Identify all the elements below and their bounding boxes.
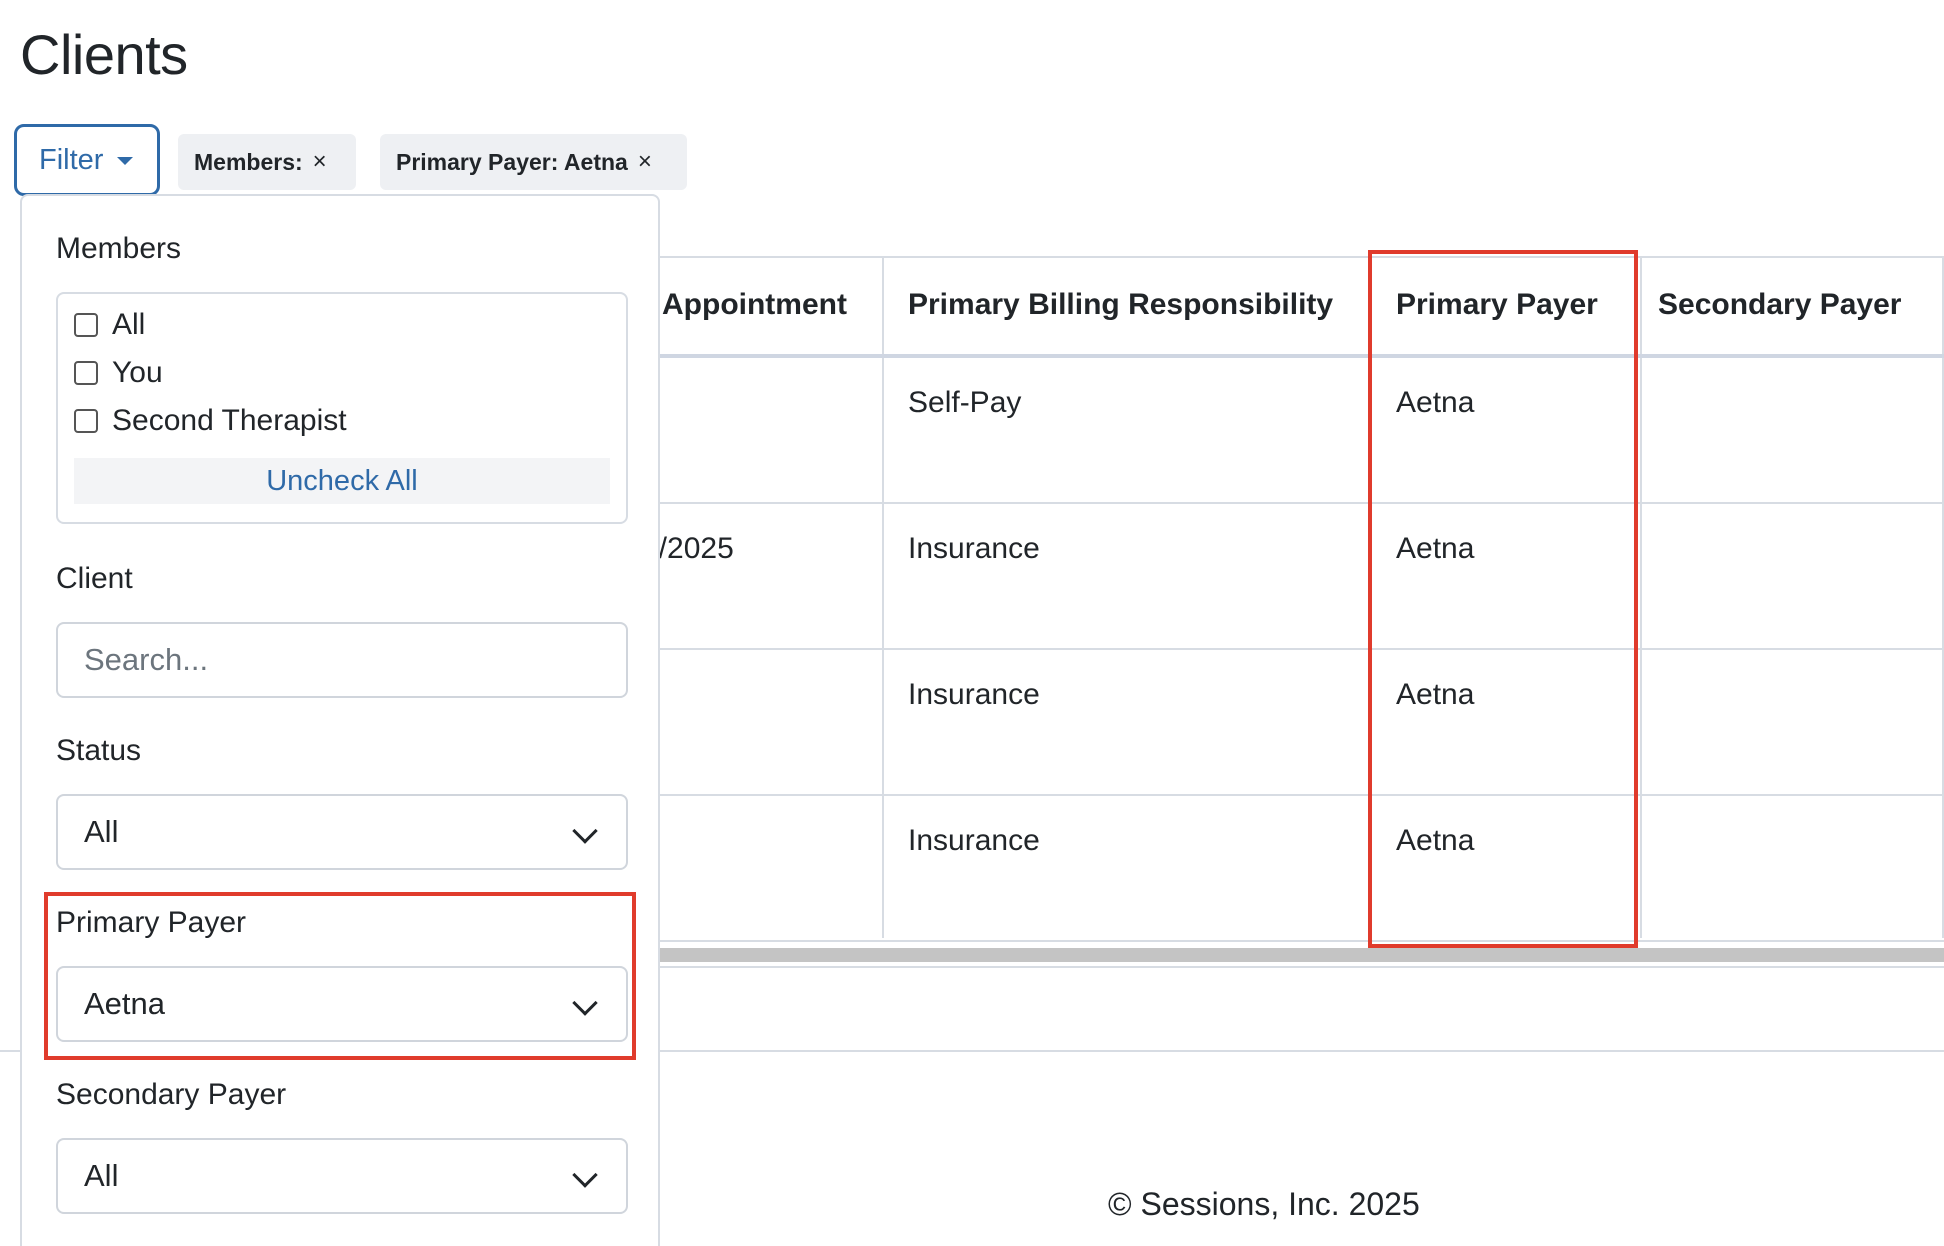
filter-chip-members[interactable]: Members: × [178,134,356,190]
secondary-payer-select-value: All [84,1158,119,1193]
secondary-payer-label: Secondary Payer [56,1078,287,1111]
checkbox[interactable] [74,361,98,385]
uncheck-all-button[interactable]: Uncheck All [74,458,610,504]
column-header-primary-billing[interactable]: Primary Billing Responsibility [908,288,1333,322]
page-title: Clients [20,23,188,86]
member-option-all[interactable]: All [74,308,145,342]
client-label: Client [56,562,133,595]
member-option-label: All [112,308,146,341]
column-header-appointment[interactable]: Appointment [662,288,847,322]
filter-chip-primary-payer[interactable]: Primary Payer: Aetna × [380,134,687,190]
member-option-label: You [112,356,163,389]
caret-down-icon [117,157,134,165]
members-checkbox-group: All You Second Therapist Uncheck All [56,292,628,524]
status-select[interactable]: All [56,794,628,870]
cell-billing: Insurance [908,678,1040,711]
primary-payer-column-highlight [1368,250,1638,948]
primary-payer-filter-highlight [44,892,636,1060]
column-header-secondary-payer[interactable]: Secondary Payer [1658,288,1901,322]
footer-copyright: © Sessions, Inc. 2025 [1108,1186,1420,1222]
chevron-down-icon [572,818,598,844]
member-option-label: Second Therapist [112,404,347,437]
client-search-input[interactable]: Search... [56,622,628,698]
secondary-payer-select[interactable]: All [56,1138,628,1214]
checkbox[interactable] [74,409,98,433]
close-icon[interactable]: × [638,148,652,176]
cell-billing: Insurance [908,824,1040,857]
filter-dropdown-panel: Members All You Second Therapist Uncheck… [20,194,660,1246]
chip-label: Members: [194,148,303,175]
column-divider [882,258,884,938]
column-divider [1640,258,1642,938]
members-label: Members [56,232,182,265]
member-option-you[interactable]: You [74,356,163,390]
close-icon[interactable]: × [313,148,327,176]
member-option-second-therapist[interactable]: Second Therapist [74,404,347,438]
status-label: Status [56,734,142,767]
filter-button-label: Filter [39,143,104,176]
checkbox[interactable] [74,313,98,337]
chip-label: Primary Payer: Aetna [396,148,628,175]
filter-button[interactable]: Filter [14,124,160,196]
cell-billing: Self-Pay [908,386,1022,419]
cell-billing: Insurance [908,532,1040,565]
status-select-value: All [84,814,119,849]
chevron-down-icon [572,1162,598,1188]
